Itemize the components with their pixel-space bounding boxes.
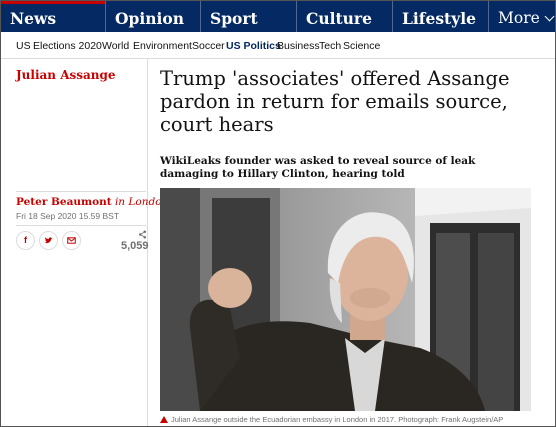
subnav-tech[interactable]: Tech [319,40,341,52]
nav-sport[interactable]: Sport [200,1,296,32]
subnav-soccer[interactable]: Soccer [192,40,225,52]
nav-culture[interactable]: Culture [296,1,392,32]
nav-opinion[interactable]: Opinion [105,1,200,32]
facebook-icon: f [24,235,27,245]
article-standfirst: WikiLeaks founder was asked to reveal so… [160,155,476,180]
more-menu-button[interactable]: More [488,1,555,32]
byline: Peter Beaumont in London [16,196,168,208]
more-label: More [498,9,540,27]
subnav-elections-2020[interactable]: Elections 2020 [33,40,102,52]
subnav-world[interactable]: World [102,40,129,52]
subnav-us-politics[interactable]: US Politics [226,40,281,52]
subnav-business[interactable]: Business [277,40,320,52]
subnav-us[interactable]: US [16,40,31,52]
twitter-icon [44,237,53,244]
chevron-down-icon [544,11,555,22]
share-email-button[interactable] [62,231,81,250]
share-facebook-button[interactable]: f [16,231,35,250]
article-page: News Opinion Sport Culture Lifestyle Mor… [0,0,556,427]
meta-divider [16,191,146,192]
share-twitter-button[interactable] [39,231,58,250]
nav-lifestyle[interactable]: Lifestyle [392,1,488,32]
author-link[interactable]: Peter Beaumont [16,196,112,208]
nav-news[interactable]: News [1,1,105,32]
dateline: Fri 18 Sep 2020 15.59 BST [16,211,120,221]
top-navigation: News Opinion Sport Culture Lifestyle Mor… [1,1,555,32]
caption-text: Julian Assange outside the Ecuadorian em… [171,415,504,424]
subnav-science[interactable]: Science [343,40,380,52]
share-divider [16,225,146,226]
sub-navigation: US Elections 2020 World Environment Socc… [1,32,555,59]
share-icon [138,230,147,239]
photo-illustration [160,188,531,411]
photo-caption: Julian Assange outside the Ecuadorian em… [160,415,503,424]
section-label[interactable]: Julian Assange [16,68,116,82]
main-photo[interactable] [160,188,531,411]
subnav-environment[interactable]: Environment [133,40,192,52]
email-icon [67,237,76,244]
caption-triangle-icon [160,416,168,423]
share-count: 5,059 [121,240,149,252]
article-headline: Trump 'associates' offered Assange pardo… [160,67,510,136]
